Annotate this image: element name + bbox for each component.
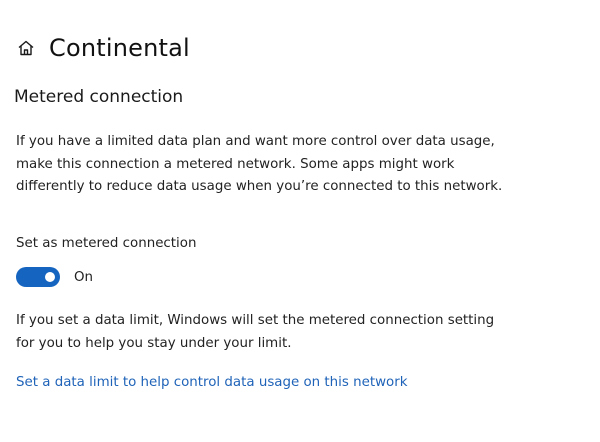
metered-toggle-row: On (16, 267, 93, 287)
set-data-limit-link[interactable]: Set a data limit to help control data us… (16, 375, 408, 390)
page-title: Continental (49, 34, 190, 62)
metered-connection-toggle[interactable] (16, 267, 60, 287)
section-title: Metered connection (14, 87, 184, 107)
metered-toggle-label: Set as metered connection (16, 236, 197, 251)
metered-description: If you have a limited data plan and want… (16, 134, 503, 194)
toggle-state-text: On (74, 269, 94, 285)
data-limit-info: If you set a data limit, Windows will se… (16, 313, 495, 351)
page-header: Continental (16, 32, 190, 64)
home-icon[interactable] (16, 38, 36, 58)
toggle-knob (45, 272, 55, 282)
